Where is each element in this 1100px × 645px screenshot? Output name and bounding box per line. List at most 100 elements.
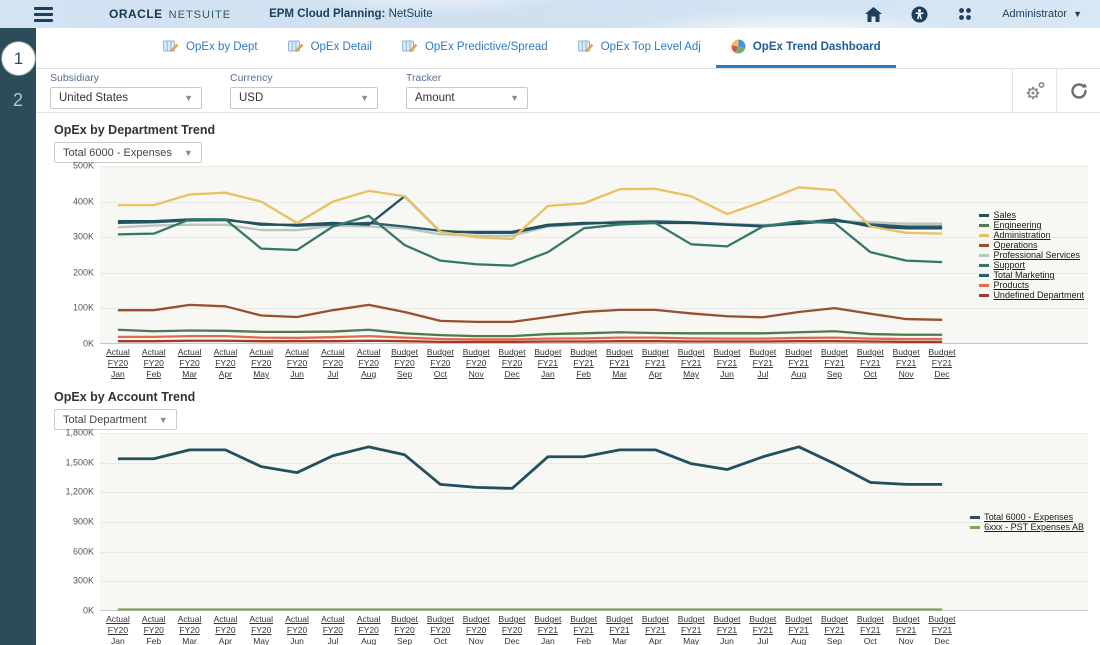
legend-swatch — [979, 264, 989, 267]
x-tick-label[interactable]: BudgetFY21Nov — [888, 614, 924, 645]
dashboard-main: OpEx by Dept OpEx DetailOpEx Predictive/S… — [36, 28, 1100, 645]
currency-select[interactable]: USD ▼ — [230, 87, 378, 109]
x-tick-label[interactable]: BudgetFY21Jan — [530, 347, 566, 380]
x-tick-label[interactable]: ActualFY20Jun — [279, 347, 315, 380]
x-tick-label[interactable]: ActualFY20Aug — [351, 347, 387, 380]
x-tick-label[interactable]: ActualFY20Mar — [172, 347, 208, 380]
tab-opex-detail[interactable]: OpEx Detail — [273, 28, 387, 68]
x-tick-label[interactable]: BudgetFY20Nov — [458, 347, 494, 380]
x-tick-label[interactable]: BudgetFY21Mar — [602, 614, 638, 645]
x-tick-label[interactable]: ActualFY20Apr — [207, 614, 243, 645]
y-tick-label: 300K — [73, 232, 94, 242]
x-tick-label[interactable]: BudgetFY21Oct — [852, 347, 888, 380]
x-tick-label[interactable]: ActualFY20Jan — [100, 614, 136, 645]
x-tick-label[interactable]: BudgetFY21Jun — [709, 347, 745, 380]
legend-label: Operations — [993, 240, 1037, 250]
series-line-engineering[interactable] — [118, 330, 942, 336]
series-line-total-6000-expenses[interactable] — [118, 447, 942, 489]
x-tick-label[interactable]: BudgetFY21Jan — [530, 614, 566, 645]
y-tick-label: 200K — [73, 267, 94, 277]
x-tick-label[interactable]: ActualFY20Feb — [136, 347, 172, 380]
legend-item-support[interactable]: Support — [979, 260, 1084, 270]
x-tick-label[interactable]: BudgetFY21Oct — [852, 614, 888, 645]
legend-item-professional-services[interactable]: Professional Services — [979, 250, 1084, 260]
brand-netsuite: NETSUITE — [169, 9, 231, 21]
filter-subsidiary-label: Subsidiary — [50, 72, 202, 84]
x-tick-label[interactable]: BudgetFY21Sep — [817, 614, 853, 645]
tab-label: OpEx by Dept — [186, 41, 258, 53]
legend-item-operations[interactable]: Operations — [979, 240, 1084, 250]
series-line-undefined-department[interactable] — [118, 341, 942, 342]
x-tick-label[interactable]: BudgetFY21Apr — [637, 614, 673, 645]
legend-item-6xxx-pst-expenses-ab[interactable]: 6xxx - PST Expenses AB — [970, 522, 1084, 532]
legend-swatch — [979, 254, 989, 257]
x-tick-label[interactable]: BudgetFY21Sep — [817, 347, 853, 380]
x-tick-label[interactable]: ActualFY20May — [243, 347, 279, 380]
tab-opex-top-level-adj[interactable]: OpEx Top Level Adj — [563, 28, 716, 68]
user-menu[interactable]: Administrator ▼ — [1002, 8, 1082, 20]
x-tick-label[interactable]: BudgetFY20Dec — [494, 347, 530, 380]
x-tick-label[interactable]: BudgetFY21Nov — [888, 347, 924, 380]
x-tick-label[interactable]: BudgetFY21Feb — [566, 614, 602, 645]
x-tick-label[interactable]: BudgetFY20Sep — [387, 614, 423, 645]
chevron-down-icon: ▼ — [184, 93, 193, 103]
annotation-badge-2: 2 — [0, 90, 36, 111]
tab-opex-predictive-spread[interactable]: OpEx Predictive/Spread — [387, 28, 563, 68]
account-trend-chart[interactable]: Total 6000 - Expenses6xxx - PST Expenses… — [100, 433, 1088, 611]
x-tick-label[interactable]: ActualFY20Feb — [136, 614, 172, 645]
tracker-select[interactable]: Amount ▼ — [406, 87, 528, 109]
x-tick-label[interactable]: BudgetFY21Jul — [745, 614, 781, 645]
x-tick-label[interactable]: ActualFY20Aug — [351, 614, 387, 645]
home-icon[interactable] — [864, 5, 882, 23]
x-tick-label[interactable]: BudgetFY20Oct — [422, 347, 458, 380]
legend-item-administration[interactable]: Administration — [979, 230, 1084, 240]
x-tick-label[interactable]: BudgetFY21May — [673, 614, 709, 645]
x-tick-label[interactable]: BudgetFY21Aug — [781, 614, 817, 645]
legend-label: Undefined Department — [993, 290, 1084, 300]
settings-gear-icon[interactable] — [1012, 69, 1056, 113]
filter-currency-label: Currency — [230, 72, 378, 84]
x-tick-label[interactable]: ActualFY20Jul — [315, 347, 351, 380]
refresh-icon[interactable] — [1056, 69, 1100, 113]
department-trend-chart[interactable]: SalesEngineeringAdministrationOperations… — [100, 166, 1088, 344]
x-tick-label[interactable]: BudgetFY21Apr — [637, 347, 673, 380]
x-tick-label[interactable]: BudgetFY21Aug — [781, 347, 817, 380]
hamburger-menu-icon[interactable] — [34, 4, 53, 25]
x-tick-label[interactable]: BudgetFY21Dec — [924, 614, 960, 645]
x-tick-label[interactable]: BudgetFY20Sep — [387, 347, 423, 380]
x-tick-label[interactable]: BudgetFY21Jul — [745, 347, 781, 380]
legend-swatch — [970, 516, 980, 519]
tab-opex-trend-dashboard[interactable]: OpEx Trend Dashboard — [716, 28, 896, 68]
x-tick-label[interactable]: ActualFY20Jun — [279, 614, 315, 645]
x-tick-label[interactable]: BudgetFY21Jun — [709, 614, 745, 645]
app-title-env: NetSuite — [389, 8, 433, 20]
x-tick-label[interactable]: ActualFY20Apr — [207, 347, 243, 380]
legend-item-sales[interactable]: Sales — [979, 210, 1084, 220]
x-tick-label[interactable]: BudgetFY21May — [673, 347, 709, 380]
tab-opex-by-dept[interactable]: OpEx by Dept — [148, 28, 273, 68]
series-line-products[interactable] — [118, 336, 942, 339]
x-tick-label[interactable]: BudgetFY21Feb — [566, 347, 602, 380]
x-tick-label[interactable]: ActualFY20Jul — [315, 614, 351, 645]
legend-item-products[interactable]: Products — [979, 280, 1084, 290]
legend-item-engineering[interactable]: Engineering — [979, 220, 1084, 230]
x-tick-label[interactable]: BudgetFY20Nov — [458, 614, 494, 645]
legend-label: Engineering — [993, 220, 1041, 230]
accessibility-icon[interactable] — [910, 5, 928, 23]
x-tick-label[interactable]: ActualFY20May — [243, 614, 279, 645]
x-tick-label[interactable]: BudgetFY21Mar — [602, 347, 638, 380]
apps-grid-icon[interactable] — [956, 5, 974, 23]
legend-item-total-6000-expenses[interactable]: Total 6000 - Expenses — [970, 512, 1084, 522]
x-tick-label[interactable]: BudgetFY21Dec — [924, 347, 960, 380]
x-tick-label[interactable]: BudgetFY20Dec — [494, 614, 530, 645]
legend-swatch — [979, 244, 989, 247]
filter-currency: Currency USD ▼ — [230, 72, 378, 109]
legend-swatch — [979, 284, 989, 287]
x-tick-label[interactable]: ActualFY20Jan — [100, 347, 136, 380]
subsidiary-select[interactable]: United States ▼ — [50, 87, 202, 109]
legend-item-total-marketing[interactable]: Total Marketing — [979, 270, 1084, 280]
legend-item-undefined-department[interactable]: Undefined Department — [979, 290, 1084, 300]
x-tick-label[interactable]: BudgetFY20Oct — [422, 614, 458, 645]
series-line-operations[interactable] — [118, 305, 942, 322]
x-tick-label[interactable]: ActualFY20Mar — [172, 614, 208, 645]
